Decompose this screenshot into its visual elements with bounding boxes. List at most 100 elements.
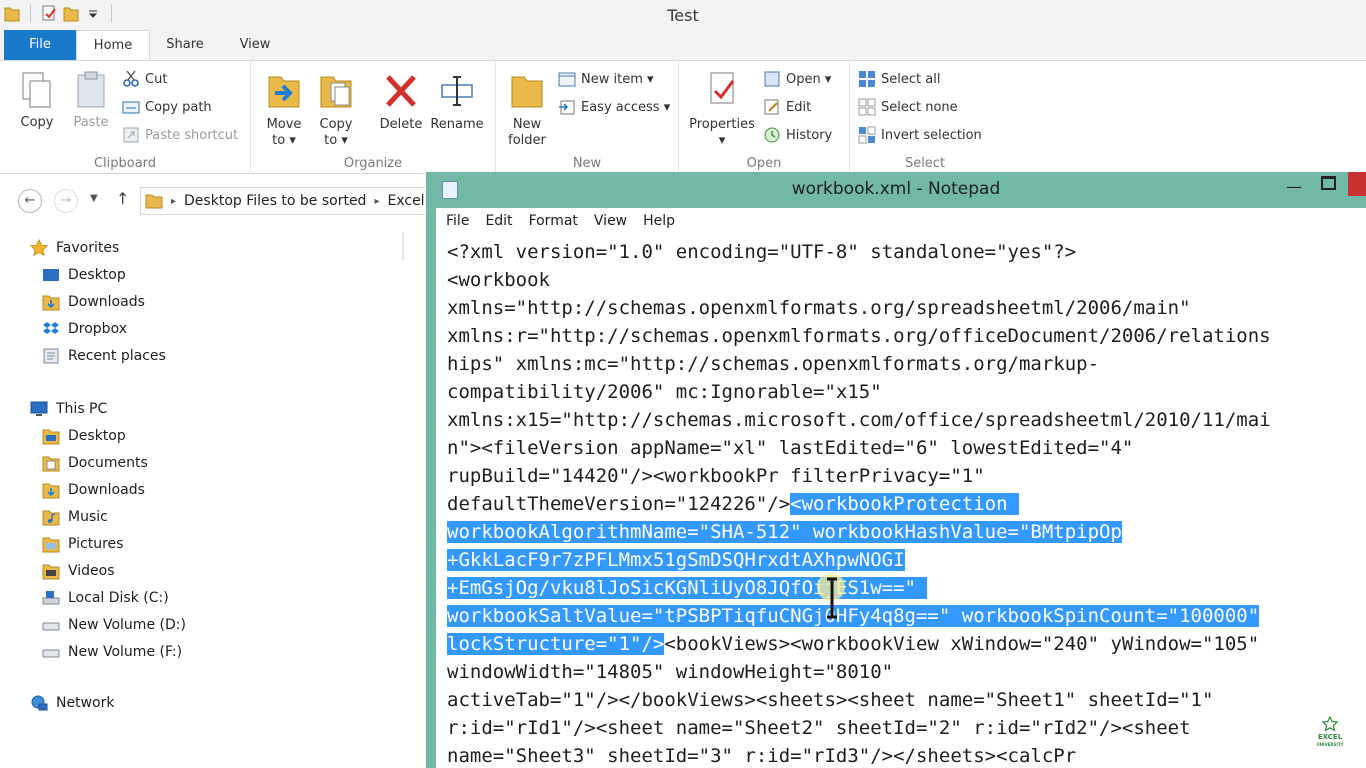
invert-selection-button[interactable]: Invert selection <box>858 125 982 145</box>
selected-text: workbookAlgorithmName="SHA-512" workbook… <box>447 521 1122 543</box>
paste-icon <box>77 71 105 108</box>
breadcrumb-excel[interactable]: Excel <box>387 193 424 209</box>
new-item-icon <box>558 72 576 87</box>
text-segment: xmlns="http://schemas.openxmlformats.org… <box>447 297 1191 319</box>
text-line: xmlns:r="http://schemas.openxmlformats.o… <box>447 322 1366 350</box>
menu-view[interactable]: View <box>594 213 627 229</box>
selected-text: <workbookProtection <box>790 493 1019 515</box>
properties-dropdown-icon: ▾ <box>718 133 726 148</box>
up-button[interactable]: ↑ <box>116 189 129 208</box>
tab-view[interactable]: View <box>222 30 288 60</box>
nav-network[interactable]: Network <box>30 692 114 714</box>
notepad-menubar: File Edit Format View Help <box>436 208 1366 234</box>
copy-to-icon <box>320 76 352 108</box>
properties-icon <box>710 72 735 104</box>
text-content: <?xml version="1.0" encoding="UTF-8" sta… <box>447 238 1366 768</box>
notepad-title-bar[interactable]: workbook.xml - Notepad — <box>426 172 1366 206</box>
edit-button[interactable]: Edit <box>763 97 811 117</box>
tab-share[interactable]: Share <box>152 30 218 60</box>
nav-favorites[interactable]: Favorites <box>30 237 119 259</box>
minimize-icon: — <box>1286 177 1302 196</box>
open-label: Open ▾ <box>786 71 832 87</box>
cut-button[interactable]: Cut <box>122 69 167 89</box>
tab-file[interactable]: File <box>4 30 76 60</box>
menu-file[interactable]: File <box>446 213 469 229</box>
copy-label: Copy <box>20 115 54 130</box>
recent-places-icon <box>43 348 59 364</box>
ribbon: Copy Paste Cut Copy path Paste shortcut … <box>0 60 1366 174</box>
nav-pane-scrollbar[interactable] <box>402 232 404 260</box>
rename-button[interactable]: Rename <box>429 69 485 133</box>
forward-arrow-icon: → <box>60 193 72 208</box>
easy-access-icon <box>559 100 575 115</box>
properties-button[interactable]: Properties ▾ <box>687 69 757 149</box>
new-item-button[interactable]: New item ▾ <box>558 69 654 89</box>
copy-to-label-2: to ▾ <box>324 133 348 148</box>
new-folder-button[interactable]: New folder <box>504 69 550 149</box>
copy-button[interactable]: Copy <box>14 71 60 131</box>
close-button[interactable] <box>1348 172 1366 196</box>
paste-shortcut-icon <box>123 127 139 143</box>
nav-this-pc[interactable]: This PC <box>30 398 107 420</box>
menu-help[interactable]: Help <box>643 213 675 229</box>
nav-fav-downloads[interactable]: Downloads <box>42 291 145 313</box>
nav-pc-pictures[interactable]: Pictures <box>42 533 123 555</box>
breadcrumb-chevron-icon: ▸ <box>171 195 177 207</box>
nav-fav-dropbox[interactable]: Dropbox <box>42 318 127 340</box>
open-button[interactable]: Open ▾ <box>763 69 831 89</box>
nav-pc-documents[interactable]: Documents <box>42 452 148 474</box>
recent-locations-icon[interactable]: ▼ <box>90 193 98 204</box>
menu-format[interactable]: Format <box>529 213 578 229</box>
clipboard-group: Copy Paste Cut Copy path Paste shortcut … <box>0 61 251 173</box>
documents-icon <box>42 456 60 472</box>
paste-shortcut-button[interactable]: Paste shortcut <box>122 125 238 145</box>
text-line: workbookSaltValue="tPSBPTiqfuCNGj0HFy4q8… <box>447 602 1366 630</box>
address-bar[interactable]: ▸ Desktop Files to be sorted ▸ Excel <box>140 187 442 215</box>
nav-pc-desktop[interactable]: Desktop <box>42 425 126 447</box>
select-all-button[interactable]: Select all <box>858 69 940 89</box>
menu-edit[interactable]: Edit <box>485 213 512 229</box>
copy-path-button[interactable]: Copy path <box>122 97 212 117</box>
notepad-text-area[interactable]: <?xml version="1.0" encoding="UTF-8" sta… <box>436 234 1366 768</box>
network-icon <box>31 695 48 711</box>
nav-pc-new-volume-f[interactable]: New Volume (F:) <box>42 641 182 663</box>
nav-fav-recent-places[interactable]: Recent places <box>42 345 166 367</box>
breadcrumb-desktop-files[interactable]: Desktop Files to be sorted <box>184 193 366 209</box>
copy-to-button[interactable]: Copy to ▾ <box>315 69 357 149</box>
nav-fav-desktop[interactable]: Desktop <box>42 264 126 286</box>
explorer-title-bar: Test <box>0 0 1366 30</box>
nav-pc-new-volume-d[interactable]: New Volume (D:) <box>42 614 186 636</box>
selected-text: +GkkLacF9r7zPFLMmx51gSmDSQHrxdtAXhpwNOGI <box>447 549 905 571</box>
nav-pc-videos[interactable]: Videos <box>42 560 115 582</box>
text-segment: xmlns:r="http://schemas.openxmlformats.o… <box>447 325 1271 347</box>
nav-network-label: Network <box>56 695 115 711</box>
forward-button[interactable]: → <box>54 189 78 213</box>
folder-icon <box>42 429 60 445</box>
new-group-label: New <box>572 156 602 171</box>
back-button[interactable]: ← <box>18 189 42 213</box>
folder-icon <box>145 194 163 209</box>
paste-button[interactable]: Paste <box>68 71 114 131</box>
history-button[interactable]: History <box>763 125 832 145</box>
nav-this-pc-label: This PC <box>56 401 108 417</box>
move-to-button[interactable]: Move to ▾ <box>263 69 305 149</box>
back-arrow-icon: ← <box>24 193 36 208</box>
select-none-button[interactable]: Select none <box>858 97 958 117</box>
nav-pc-local-disk-c[interactable]: Local Disk (C:) <box>42 587 169 609</box>
tab-home[interactable]: Home <box>76 30 150 61</box>
paste-shortcut-label: Paste shortcut <box>145 127 239 143</box>
minimize-button[interactable]: — <box>1286 177 1302 196</box>
cut-label: Cut <box>145 71 168 87</box>
selected-text: lockStructure="1"/> <box>447 633 665 655</box>
nav-pc-downloads[interactable]: Downloads <box>42 479 145 501</box>
nav-pc-music[interactable]: Music <box>42 506 108 528</box>
address-row: ← → ▼ ↑ ▸ Desktop Files to be sorted ▸ E… <box>0 183 442 217</box>
delete-button[interactable]: Delete <box>375 69 427 133</box>
copy-icon <box>22 72 51 108</box>
easy-access-button[interactable]: Easy access ▾ <box>558 97 670 117</box>
downloads-icon <box>42 483 60 499</box>
text-line: name="Sheet3" sheetId="3" r:id="rId3"/><… <box>447 742 1366 768</box>
text-segment: hips" xmlns:mc="http://schemas.openxmlfo… <box>447 353 1100 375</box>
nav-pc-desktop-label: Desktop <box>68 428 126 444</box>
maximize-button[interactable] <box>1321 176 1336 190</box>
